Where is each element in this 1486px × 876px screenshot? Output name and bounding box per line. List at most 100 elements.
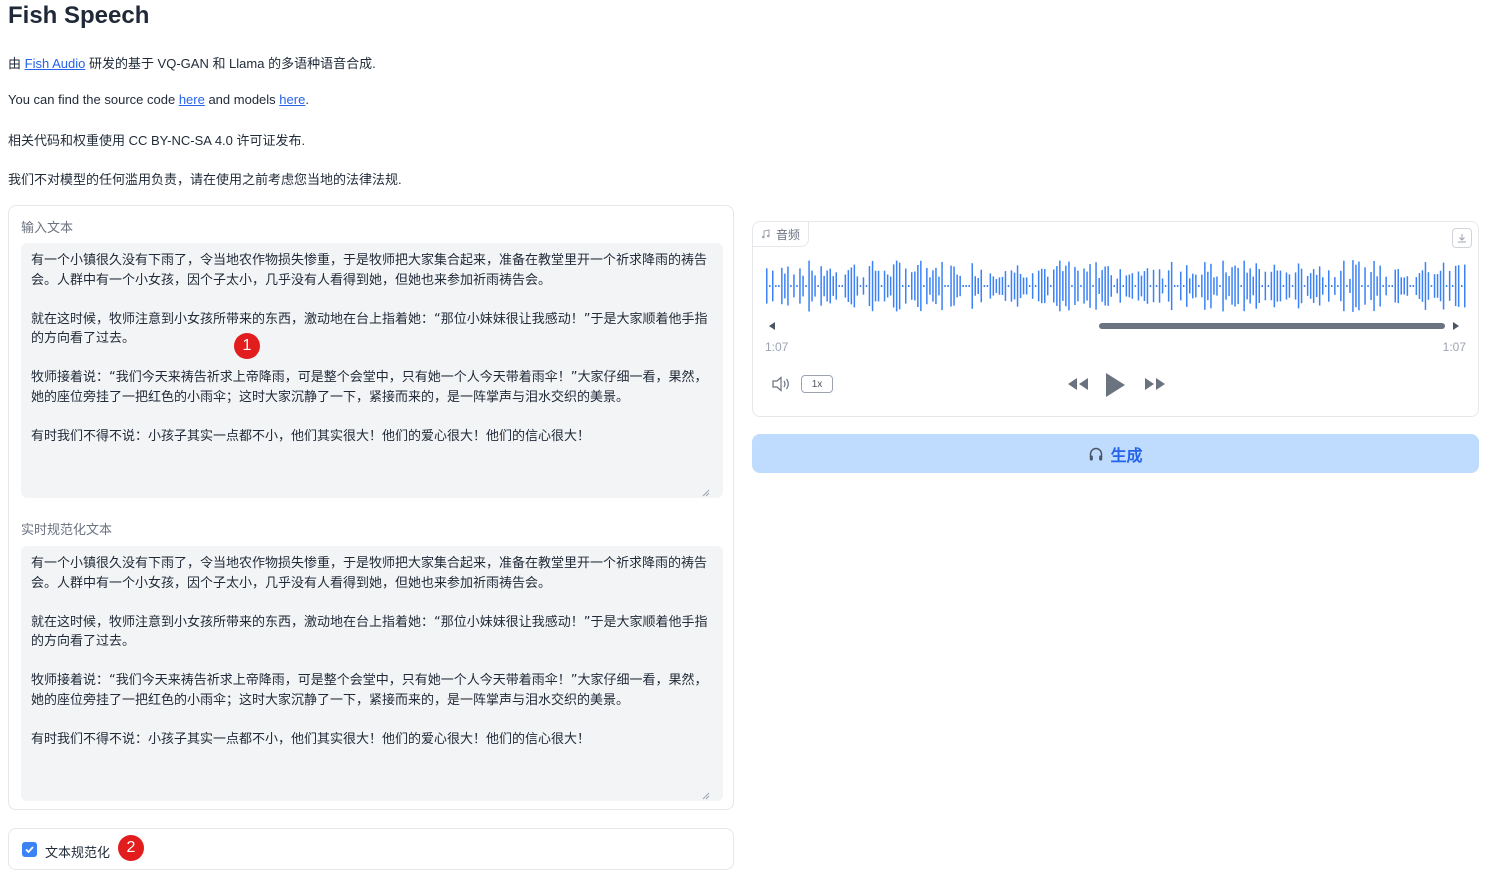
waveform-bar [1373,261,1375,312]
waveform-bar [1013,272,1016,300]
waveform-bar [941,262,943,311]
waveform-bar [944,285,946,287]
waveform-bar [1282,285,1285,287]
waveform-bar [1001,276,1004,295]
normalize-checkbox[interactable] [22,842,37,857]
audio-waveform[interactable] [765,258,1468,314]
waveform-bar [1228,276,1230,297]
waveform-bar [971,263,973,309]
play-icon[interactable] [1102,371,1128,399]
waveform-bar [1170,261,1173,311]
resize-handle-icon[interactable] [702,489,710,497]
waveform-bar [1328,270,1330,302]
waveform-bar [1249,268,1251,304]
waveform-bar [1361,285,1363,287]
waveform-bar [1424,262,1427,310]
waveform-bar [1312,269,1315,303]
duration-time: 1:07 [1442,340,1466,354]
waveform-scrollbar[interactable] [765,320,1465,332]
waveform-bar [1461,285,1463,287]
waveform-bar [871,260,874,312]
waveform-bar [1213,277,1215,295]
waveform-bar [886,274,889,298]
waveform-bar [877,270,880,302]
waveform-bar [1204,262,1206,310]
generate-button[interactable]: 生成 [752,434,1479,473]
waveform-bar [832,276,834,296]
waveform-bar [1158,269,1161,303]
waveform-bar [1270,271,1273,301]
input-text-area[interactable]: 有一个小镇很久没有下雨了，令当地农作物损失惨重，于是牧师把大家集合起来，准备在教… [21,243,723,498]
waveform-bar [1019,273,1022,299]
waveform-bar [938,276,940,296]
waveform-bar [923,285,925,287]
models-link[interactable]: here [279,92,305,107]
waveform-bar [1394,269,1396,303]
waveform-bar [1255,263,1257,309]
waveform-bar [796,285,798,287]
waveform-bar [908,285,910,287]
waveform-bar [1252,276,1254,296]
audio-output-panel: 音频 1:07 1:07 1x [752,221,1479,417]
waveform-bar [856,276,859,296]
waveform-bar [1186,265,1188,307]
scroll-right-icon [1453,322,1459,330]
waveform-bar [977,278,979,294]
waveform-bar [1325,285,1327,287]
waveform-bar [1370,272,1372,301]
waveform-bar [1110,275,1112,297]
download-button[interactable] [1452,228,1472,248]
waveform-bar [1068,261,1070,311]
waveform-bar [805,285,807,287]
waveform-bar [1077,270,1079,302]
waveform-bar [1240,285,1242,287]
waveform-bar [1261,285,1263,287]
waveform-bar [1382,285,1384,287]
waveform-bar [1183,285,1185,287]
waveform-bar [1306,276,1309,296]
waveform-bar [1059,260,1061,312]
waveform-bar [1448,271,1451,301]
waveform-bar [1430,285,1433,287]
waveform-bar [874,270,877,302]
waveform-bar [1264,271,1267,301]
waveform-bar [920,260,922,312]
waveform-bar [793,274,795,298]
waveform-bar [1037,270,1040,302]
waveform-bar [1400,277,1402,295]
fish-audio-link[interactable]: Fish Audio [25,56,86,71]
waveform-bar [799,268,801,304]
volume-icon[interactable] [771,376,793,392]
waveform-bar [1349,278,1351,293]
waveform-bar [895,260,898,312]
normalized-text-area[interactable]: 有一个小镇很久没有下雨了，令当地农作物损失惨重，于是牧师把大家集合起来，准备在教… [21,546,723,801]
waveform-bar [817,285,819,287]
waveform-bar [1285,272,1288,300]
waveform-bar [1421,270,1424,302]
waveform-bar [838,285,840,287]
waveform-bar [1149,285,1152,287]
waveform-bar [1291,285,1294,287]
waveform-bar [853,264,856,308]
waveform-bar [823,275,825,297]
waveform-bar [1445,285,1448,287]
waveform-bar [989,273,992,299]
source-code-link[interactable]: here [179,92,205,107]
waveform-bar [1210,263,1212,309]
waveform-bar [1379,265,1381,307]
waveform-bar [926,267,928,305]
rewind-icon[interactable] [1066,376,1090,392]
waveform-bar [983,285,986,287]
resize-handle-icon[interactable] [702,792,710,800]
waveform-bar [1294,272,1297,300]
waveform-bar [929,277,931,295]
fast-forward-icon[interactable] [1143,376,1167,392]
waveform-bar [1128,274,1131,298]
waveform-bar [1409,285,1412,287]
waveform-bar [980,269,982,303]
waveform-bar [1164,285,1167,287]
normalize-checkbox-label[interactable]: 文本规范化 [45,842,110,861]
waveform-bar [1418,273,1421,299]
waveform-bar [947,285,949,287]
playback-rate-button[interactable]: 1x [801,375,833,393]
